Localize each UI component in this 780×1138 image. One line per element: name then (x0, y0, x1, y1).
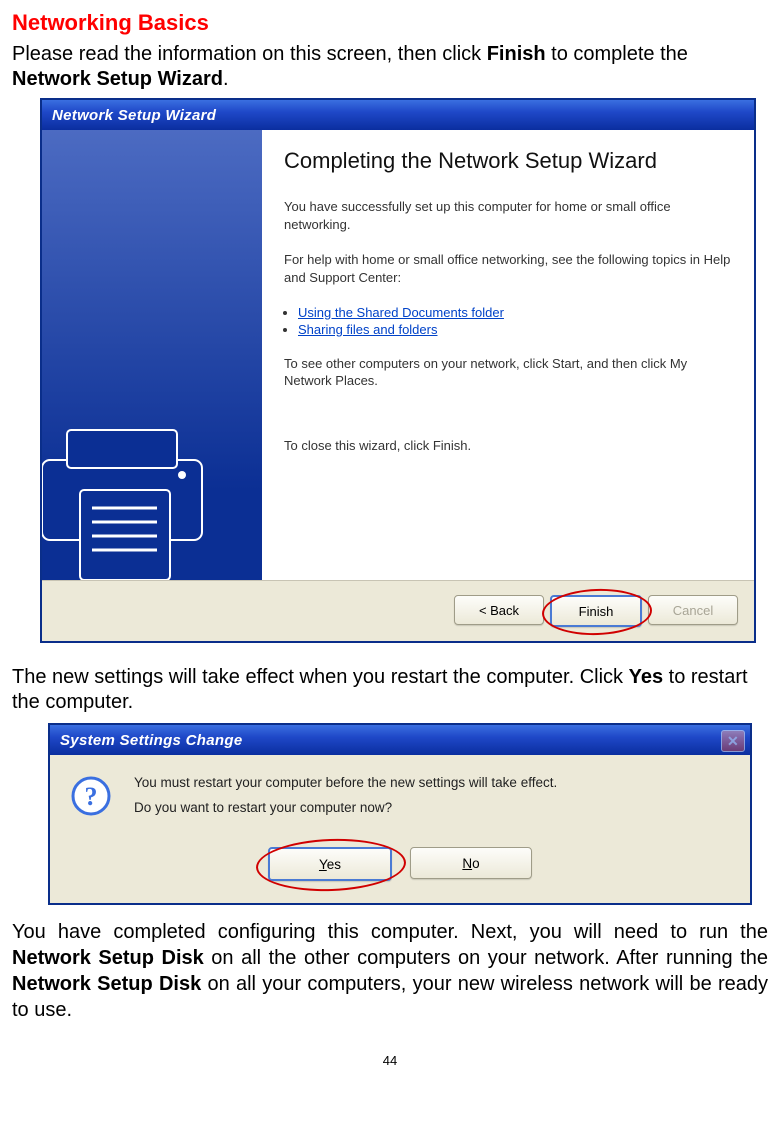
mnemonic: N (462, 856, 472, 871)
wizard-body: Completing the Network Setup Wizard You … (42, 130, 754, 580)
completion-paragraph: You have completed configuring this comp… (12, 919, 768, 1023)
dialog-button-row: Yes No (50, 847, 750, 903)
dialog-line: Do you want to restart your computer now… (134, 800, 557, 815)
intro-paragraph: Please read the information on this scre… (12, 42, 768, 92)
intro-text: Please read the information on this scre… (12, 43, 487, 65)
list-item: Sharing files and folders (298, 322, 732, 337)
cancel-button: Cancel (648, 595, 738, 625)
wizard-footer: < Back Finish Cancel (42, 580, 754, 641)
wizard-link-list: Using the Shared Documents folder Sharin… (284, 305, 732, 337)
wizard-title: Network Setup Wizard (52, 107, 216, 124)
wizard-window: Network Setup Wizard Completing the Netw… (40, 98, 756, 643)
question-icon: ? (70, 775, 112, 817)
dialog-title: System Settings Change (60, 732, 242, 749)
wizard-content: Completing the Network Setup Wizard You … (262, 130, 754, 580)
back-button[interactable]: < Back (454, 595, 544, 625)
button-label: o (472, 856, 480, 871)
list-item: Using the Shared Documents folder (298, 305, 732, 320)
page-number: 44 (12, 1053, 768, 1068)
dialog-line: You must restart your computer before th… (134, 775, 557, 790)
finish-button[interactable]: Finish (550, 595, 642, 627)
help-link-shared-docs[interactable]: Using the Shared Documents folder (298, 305, 504, 320)
dialog-titlebar: System Settings Change ✕ (50, 725, 750, 755)
help-link-sharing-files[interactable]: Sharing files and folders (298, 322, 437, 337)
wizard-sidebar-image (42, 130, 262, 580)
close-icon[interactable]: ✕ (721, 730, 745, 752)
intro-text: . (223, 68, 229, 90)
bold-yes: Yes (629, 666, 663, 688)
wizard-close-text: To close this wizard, click Finish. (284, 438, 732, 453)
intro-bold-wizard: Network Setup Wizard (12, 68, 223, 90)
wizard-paragraph: You have successfully set up this comput… (284, 198, 732, 233)
section-title: Networking Basics (12, 10, 768, 36)
system-settings-dialog: System Settings Change ✕ ? You must rest… (48, 723, 752, 905)
printer-icon (42, 390, 242, 580)
text: on all the other computers on your netwo… (204, 947, 768, 969)
wizard-heading: Completing the Network Setup Wizard (284, 148, 732, 174)
wizard-paragraph: For help with home or small office netwo… (284, 251, 732, 286)
intro-text: to complete the (546, 43, 688, 65)
wizard-paragraph: To see other computers on your network, … (284, 355, 732, 390)
yes-button[interactable]: Yes (268, 847, 392, 881)
bold-nsd: Network Setup Disk (12, 947, 204, 969)
wizard-titlebar: Network Setup Wizard (42, 100, 754, 130)
svg-text:?: ? (85, 782, 98, 811)
text: You have completed configuring this comp… (12, 921, 768, 943)
no-button[interactable]: No (410, 847, 532, 879)
button-label: es (327, 857, 341, 872)
button-label: Finish (579, 604, 614, 619)
intro-bold-finish: Finish (487, 43, 546, 65)
text: The new settings will take effect when y… (12, 666, 629, 688)
restart-paragraph: The new settings will take effect when y… (12, 665, 768, 715)
bold-nsd: Network Setup Disk (12, 973, 201, 995)
mnemonic: Y (319, 857, 327, 872)
dialog-text: You must restart your computer before th… (134, 775, 557, 825)
dialog-body: ? You must restart your computer before … (50, 755, 750, 847)
